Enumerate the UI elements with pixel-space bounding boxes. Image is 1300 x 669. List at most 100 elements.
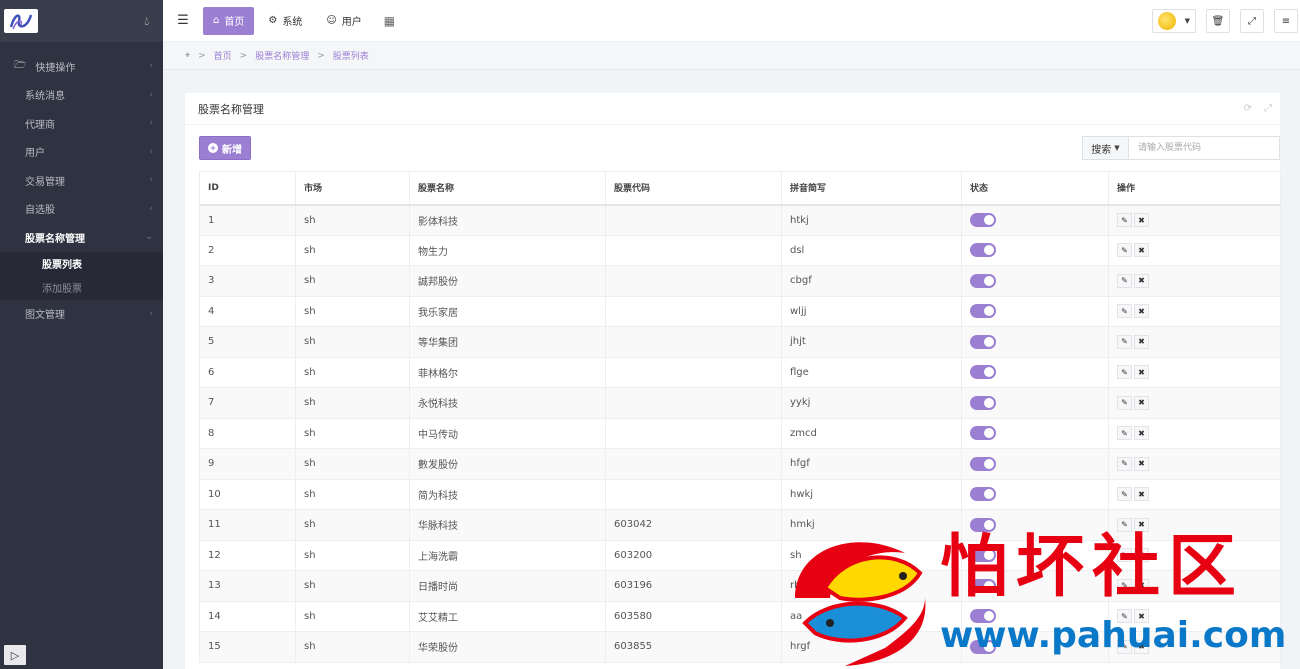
- status-toggle[interactable]: [970, 426, 996, 441]
- tab-system[interactable]: ⚙ 系统: [258, 7, 312, 35]
- panel-header: 股票名称管理 ⟳ ⤢: [185, 93, 1280, 125]
- edit-icon[interactable]: ✎: [1117, 426, 1132, 441]
- user-avatar-dropdown[interactable]: ▼: [1152, 9, 1196, 33]
- delete-icon[interactable]: ✖: [1134, 639, 1149, 654]
- sidebar-collapse-button[interactable]: ▷: [4, 645, 26, 665]
- delete-icon[interactable]: ✖: [1134, 609, 1149, 624]
- sidebar-item-shortcuts[interactable]: 🗁 快捷操作 ‹: [0, 52, 163, 81]
- delete-icon[interactable]: ✖: [1134, 578, 1149, 593]
- delete-icon[interactable]: ✖: [1134, 304, 1149, 319]
- tab-label: 用户: [341, 17, 362, 28]
- cell-code: [605, 448, 782, 480]
- edit-icon[interactable]: ✎: [1117, 548, 1132, 563]
- cell-code: [605, 357, 782, 388]
- delete-icon[interactable]: ✖: [1134, 426, 1149, 441]
- sidebar-subitem-add-stock[interactable]: 添加股票: [0, 276, 163, 300]
- column-header-name[interactable]: 股票名称: [409, 171, 606, 206]
- status-toggle[interactable]: [970, 334, 996, 349]
- table-body: 1 sh 影体科技 htkj ✎ ✖ 2 sh 物生力 dsl ✎ ✖ 3 sh 誠邦股份 cbgf ✎ ✖ 4 sh…: [199, 204, 1281, 663]
- table-row: 10 sh 简为科技 hwkj ✎ ✖: [199, 479, 1281, 510]
- column-header-code[interactable]: 股票代码: [605, 171, 782, 206]
- expand-icon[interactable]: ⤢: [1264, 103, 1272, 114]
- status-toggle[interactable]: [970, 213, 996, 227]
- status-toggle[interactable]: [970, 304, 996, 319]
- delete-icon[interactable]: ✖: [1134, 334, 1149, 349]
- sidebar-item-trading[interactable]: 交易管理 ‹: [0, 166, 163, 195]
- edit-icon[interactable]: ✎: [1117, 304, 1132, 319]
- cell-id: 3: [199, 265, 296, 297]
- cell-id: 9: [199, 448, 296, 480]
- breadcrumb-stock-names[interactable]: 股票名称管理: [255, 49, 309, 62]
- breadcrumb-home[interactable]: 首页: [214, 49, 232, 62]
- cell-market: sh: [295, 357, 410, 388]
- edit-icon[interactable]: ✎: [1117, 578, 1132, 593]
- status-toggle[interactable]: [970, 578, 996, 593]
- delete-icon[interactable]: ✖: [1134, 517, 1149, 532]
- sidebar-item-users[interactable]: 用户 ‹: [0, 138, 163, 167]
- delete-icon[interactable]: ✖: [1134, 213, 1149, 227]
- search-dropdown-button[interactable]: 搜索 ▼: [1082, 136, 1129, 160]
- column-header-status[interactable]: 状态: [961, 171, 1109, 206]
- cell-name: 华脉科技: [409, 509, 606, 541]
- search-input[interactable]: [1129, 136, 1280, 160]
- clear-cache-button[interactable]: 🗑︎: [1206, 9, 1230, 33]
- breadcrumb-separator: >: [317, 50, 325, 61]
- edit-icon[interactable]: ✎: [1117, 334, 1132, 349]
- refresh-icon[interactable]: ⟳: [1244, 103, 1252, 114]
- sidebar-item-stock-names[interactable]: 股票名称管理 ⌄: [0, 223, 163, 252]
- status-toggle[interactable]: [970, 365, 996, 380]
- status-toggle[interactable]: [970, 609, 996, 624]
- breadcrumb-stock-list[interactable]: 股票列表: [333, 49, 369, 62]
- water-drop-icon[interactable]: 💧︎: [144, 14, 149, 29]
- status-toggle[interactable]: [970, 456, 996, 471]
- edit-icon[interactable]: ✎: [1117, 487, 1132, 502]
- cell-code: [605, 387, 782, 419]
- edit-icon[interactable]: ✎: [1117, 243, 1132, 258]
- edit-icon[interactable]: ✎: [1117, 517, 1132, 532]
- edit-icon[interactable]: ✎: [1117, 456, 1132, 471]
- delete-icon[interactable]: ✖: [1134, 548, 1149, 563]
- edit-icon[interactable]: ✎: [1117, 273, 1132, 288]
- delete-icon[interactable]: ✖: [1134, 395, 1149, 410]
- edit-icon[interactable]: ✎: [1117, 609, 1132, 624]
- sidebar-subitem-stock-list[interactable]: 股票列表: [0, 252, 163, 276]
- hamburger-menu-icon[interactable]: ☰: [163, 13, 203, 28]
- delete-icon[interactable]: ✖: [1134, 456, 1149, 471]
- column-header-market[interactable]: 市场: [295, 171, 410, 206]
- add-button[interactable]: + 新增: [199, 136, 251, 160]
- status-toggle[interactable]: [970, 395, 996, 410]
- status-toggle[interactable]: [970, 639, 996, 654]
- gear-icon: ⚙: [268, 15, 278, 26]
- tab-user[interactable]: ☺ 用户: [316, 7, 371, 35]
- column-header-id[interactable]: ID: [199, 171, 296, 206]
- sidebar-item-watchlist[interactable]: 自选股 ‹: [0, 195, 163, 224]
- sidebar-item-system-messages[interactable]: 系统消息 ‹: [0, 81, 163, 110]
- delete-icon[interactable]: ✖: [1134, 243, 1149, 258]
- edit-icon[interactable]: ✎: [1117, 639, 1132, 654]
- sidebar-item-articles[interactable]: 图文管理 ‹: [0, 300, 163, 329]
- cell-actions: ✎ ✖: [1108, 296, 1281, 327]
- cell-actions: ✎ ✖: [1108, 204, 1281, 236]
- status-toggle[interactable]: [970, 517, 996, 532]
- delete-icon[interactable]: ✖: [1134, 365, 1149, 380]
- cell-market: sh: [295, 418, 410, 449]
- grid-icon[interactable]: ▦: [376, 14, 403, 28]
- status-toggle[interactable]: [970, 548, 996, 563]
- menu-list-button[interactable]: ≡: [1274, 9, 1298, 33]
- delete-icon[interactable]: ✖: [1134, 487, 1149, 502]
- tab-home[interactable]: ⌂ 首页: [203, 6, 255, 35]
- sidebar-item-label: 交易管理: [25, 176, 65, 188]
- delete-icon[interactable]: ✖: [1134, 273, 1149, 288]
- status-toggle[interactable]: [970, 273, 996, 288]
- edit-icon[interactable]: ✎: [1117, 365, 1132, 380]
- status-toggle[interactable]: [970, 243, 996, 258]
- cell-actions: ✎ ✖: [1108, 387, 1281, 419]
- sidebar-item-agents[interactable]: 代理商 ‹: [0, 109, 163, 138]
- fullscreen-button[interactable]: ⤢: [1240, 9, 1264, 33]
- cell-market: sh: [295, 479, 410, 510]
- edit-icon[interactable]: ✎: [1117, 213, 1132, 227]
- edit-icon[interactable]: ✎: [1117, 395, 1132, 410]
- add-button-label: 新增: [222, 144, 242, 156]
- status-toggle[interactable]: [970, 487, 996, 502]
- column-header-pinyin[interactable]: 拼音简写: [781, 171, 962, 206]
